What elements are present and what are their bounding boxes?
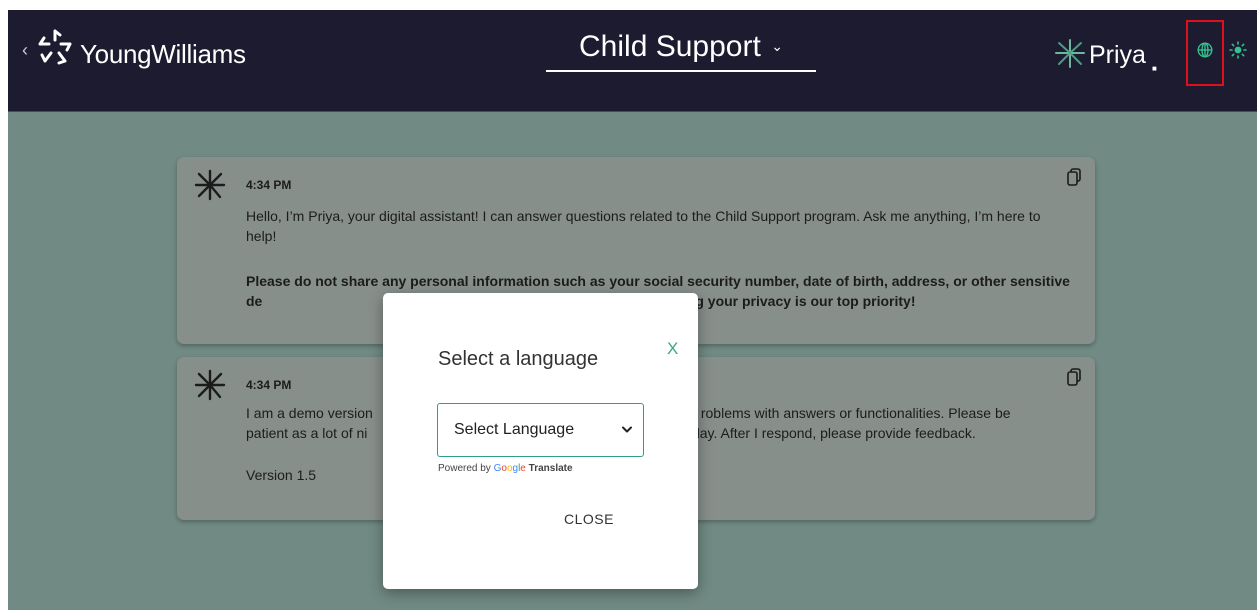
message-timestamp: 4:34 PM bbox=[246, 378, 292, 392]
brand-name: YoungWilliams bbox=[80, 39, 246, 69]
program-select[interactable]: Child Support ⌄ bbox=[546, 30, 816, 72]
modal-close-x-button[interactable]: X bbox=[667, 339, 678, 359]
globe-icon[interactable] bbox=[1197, 42, 1213, 58]
modal-title: Select a language bbox=[438, 348, 599, 370]
chevron-down-icon bbox=[622, 426, 632, 433]
app-frame: ‹ YoungWilliams Child Support ⌄ Priya ■ … bbox=[8, 10, 1257, 610]
message-line-end: roblems with answers or functionalities.… bbox=[700, 405, 1011, 421]
powered-by-label: Powered by bbox=[438, 463, 491, 474]
copy-icon[interactable] bbox=[1067, 368, 1081, 386]
assistant-name: Priya bbox=[1089, 41, 1146, 69]
priya-logo-icon bbox=[1055, 39, 1085, 68]
young-williams-logo-icon bbox=[38, 29, 72, 65]
language-select[interactable]: Select Language bbox=[437, 403, 644, 457]
language-modal: Select a language X Select Language Powe… bbox=[383, 293, 698, 589]
message-text: Hello, I’m Priya, your digital assistant… bbox=[246, 208, 1041, 244]
translate-label: Translate bbox=[528, 463, 573, 474]
app-header: ‹ YoungWilliams Child Support ⌄ Priya ■ bbox=[8, 10, 1257, 112]
google-wordmark[interactable]: Google bbox=[494, 463, 526, 474]
bot-avatar-icon bbox=[194, 369, 226, 401]
program-select-label: Child Support bbox=[579, 30, 761, 63]
message-line-start: patient as a lot of ni bbox=[246, 425, 368, 441]
chevron-down-icon: ⌄ bbox=[771, 38, 783, 54]
copy-icon[interactable] bbox=[1067, 168, 1081, 186]
google-translate-attribution: Powered by Google Translate bbox=[438, 463, 573, 474]
message-timestamp: 4:34 PM bbox=[246, 178, 292, 192]
bot-avatar-icon bbox=[194, 169, 226, 201]
message-line-end: ry day. After I respond, please provide … bbox=[676, 425, 976, 441]
close-button[interactable]: CLOSE bbox=[564, 511, 614, 527]
language-select-label: Select Language bbox=[454, 421, 575, 438]
back-chevron-icon[interactable]: ‹ bbox=[22, 40, 28, 61]
assistant-name-mark: ■ bbox=[1152, 64, 1157, 73]
sun-icon[interactable] bbox=[1229, 41, 1247, 59]
message-line-start: I am a demo version bbox=[246, 405, 373, 421]
